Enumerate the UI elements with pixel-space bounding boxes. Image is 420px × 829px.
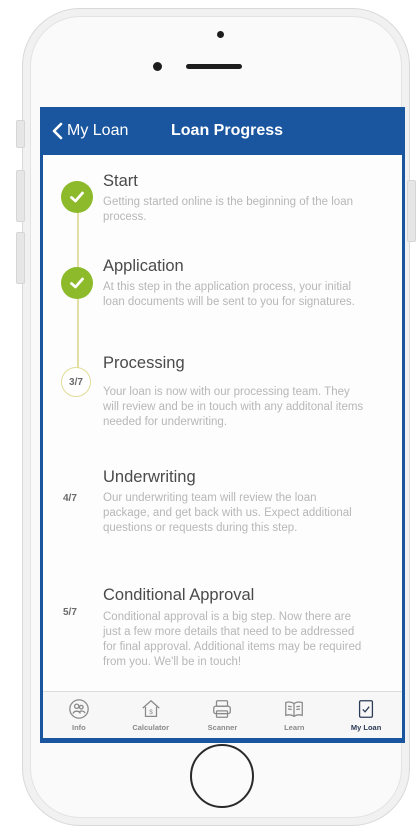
silent-switch — [16, 120, 25, 148]
step-description: Our underwriting team will review the lo… — [103, 492, 352, 534]
step-description: At this step in the application process,… — [103, 281, 355, 308]
checkmark-icon — [70, 277, 84, 289]
step-complete-badge — [61, 181, 93, 213]
page-title: Loan Progress — [171, 122, 284, 139]
tab-label: Info — [72, 723, 86, 732]
step-title: Application — [103, 257, 184, 275]
power-button — [407, 180, 416, 242]
scanner-icon — [213, 700, 232, 718]
tab-label: Calculator — [132, 723, 170, 732]
book-icon — [285, 701, 304, 718]
step-progress-badge: 3/7 — [61, 367, 91, 397]
home-button[interactable] — [190, 744, 254, 808]
step-description: Getting started online is the beginning … — [103, 196, 353, 223]
volume-up-button — [16, 170, 25, 222]
tab-calculator[interactable]: $ Calculator — [121, 692, 181, 732]
checkmark-icon — [70, 191, 84, 203]
back-label: My Loan — [67, 122, 129, 139]
navigation-bar: My Loan Loan Progress — [43, 110, 402, 155]
step-title: Start — [103, 172, 138, 190]
step-description: Conditional approval is a big step. Now … — [103, 611, 362, 668]
back-button[interactable]: My Loan — [51, 122, 128, 140]
info-people-icon — [69, 699, 89, 719]
loan-progress-list[interactable]: Start Getting started online is the begi… — [43, 155, 402, 691]
svg-text:$: $ — [149, 709, 153, 716]
earpiece-speaker — [186, 64, 242, 69]
step-progress-badge: 5/7 — [63, 607, 77, 618]
loan-document-icon — [359, 700, 374, 718]
step-title: Underwriting — [103, 468, 196, 486]
tab-my-loan[interactable]: My Loan — [336, 692, 396, 732]
step-title: Processing — [103, 354, 185, 372]
tab-info[interactable]: Info — [49, 692, 109, 732]
app-screen: My Loan Loan Progress Start Getting star… — [40, 107, 405, 743]
step-title: Conditional Approval — [103, 586, 255, 604]
step-description: Your loan is now with our processing tea… — [103, 386, 364, 428]
tab-label: Learn — [284, 723, 305, 732]
tab-bar: Info $ Calculator Scanner Learn My Loan — [43, 691, 402, 738]
step-complete-badge — [61, 267, 93, 299]
proximity-sensor — [217, 31, 224, 38]
volume-down-button — [16, 232, 25, 284]
tab-label: My Loan — [350, 723, 382, 732]
chevron-left-icon — [52, 122, 63, 140]
tab-learn[interactable]: Learn — [264, 692, 324, 732]
step-progress-badge: 4/7 — [63, 493, 77, 504]
front-camera — [153, 62, 162, 71]
tab-scanner[interactable]: Scanner — [192, 692, 252, 732]
tab-label: Scanner — [207, 723, 238, 732]
calculator-house-icon: $ — [142, 699, 160, 717]
